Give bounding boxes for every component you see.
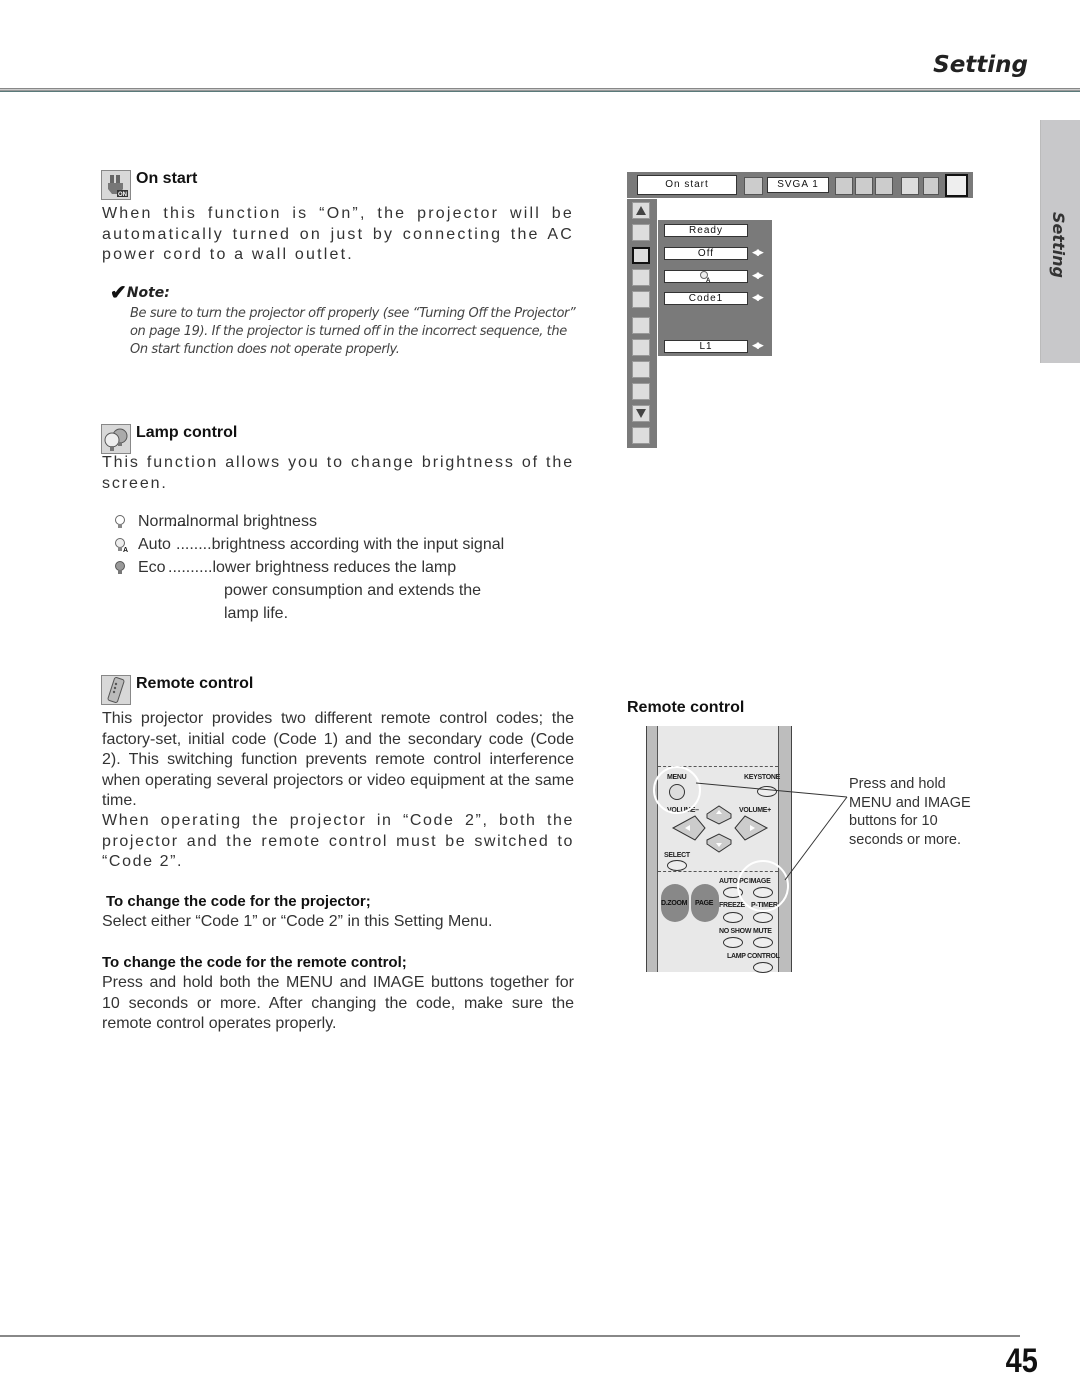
lamp-control-body: This function allows you to change brigh… [102, 454, 574, 492]
osd-screen-icon [901, 177, 919, 195]
left-right-arrows-icon[interactable]: ◀▶ [752, 292, 764, 303]
lamp-normal-icon [114, 510, 138, 533]
osd-signal: SVGA 1 [767, 177, 829, 193]
osd-current-item: On start [637, 175, 737, 195]
osd-remote-control-icon[interactable] [632, 291, 650, 308]
lamp-bulbs-icon [101, 424, 131, 454]
remote-callout-text: Press and hold MENU and IMAGE buttons fo… [849, 776, 971, 848]
osd-menu-bar: On start SVGA 1 [627, 172, 973, 198]
remote-figure-caption: Remote control [627, 699, 745, 716]
svg-text:A: A [123, 547, 128, 552]
osd-up-arrow-icon[interactable] [632, 202, 650, 219]
side-tab-setting: Setting [1040, 120, 1080, 363]
projector-code-heading: To change the code for the projector; [106, 893, 371, 910]
remote-control-body-2: When operating the projector in “Code 2”… [102, 812, 574, 870]
osd-field-ready: Ready [664, 224, 748, 237]
lamp-mode-auto: A Auto ........brightness according with… [100, 533, 580, 556]
lamp-control-heading: Lamp control [101, 424, 237, 454]
note-label: Note: [126, 284, 170, 301]
osd-lamp-counter-icon[interactable] [632, 361, 650, 378]
osd-field-fan[interactable]: L1 [664, 340, 748, 353]
callout-highlights [653, 766, 848, 912]
left-right-arrows-icon[interactable]: ◀▶ [752, 340, 764, 351]
osd-setting-icon[interactable] [945, 174, 968, 197]
remote-control-icon [101, 675, 131, 705]
osd-field-remote-code[interactable]: Code1 [664, 292, 748, 305]
on-start-plug-icon: ON [101, 170, 131, 200]
osd-field-on-start[interactable]: Off [664, 247, 748, 260]
lamp-control-button[interactable] [753, 962, 773, 973]
lamp-eco-icon [114, 556, 138, 579]
svg-text:A: A [706, 278, 711, 282]
osd-pc-adjust-icon [835, 177, 853, 195]
lamp-control-title: Lamp control [136, 424, 238, 441]
svg-text:ON: ON [118, 192, 127, 198]
osd-settings-panel: Ready Off ◀▶ A ◀▶ Code1 ◀▶ L1 ◀▶ [658, 220, 772, 356]
osd-language-icon[interactable] [632, 224, 650, 241]
projector-code-text: Select either “Code 1” or “Code 2” in th… [102, 913, 493, 930]
lamp-mode-desc: ........brightness according with the in… [176, 536, 505, 553]
lamp-mode-list: Normal ....normal brightness A Auto ....… [100, 510, 580, 625]
mute-label: MUTE [753, 928, 772, 935]
lamp-mode-normal: Normal ....normal brightness [100, 510, 580, 533]
checkmark-icon: ✔ [110, 282, 127, 304]
page-number: 45 [1005, 1342, 1038, 1380]
footer-divider [0, 1335, 1020, 1337]
osd-color-icon [855, 177, 873, 195]
note-text: Be sure to turn the projector off proper… [130, 306, 576, 357]
osd-field-lamp[interactable]: A [664, 270, 748, 284]
no-show-button[interactable] [723, 937, 743, 948]
left-right-arrows-icon[interactable]: ◀▶ [752, 270, 764, 281]
osd-filter-icon[interactable] [632, 383, 650, 400]
lamp-control-label: LAMP CONTROL [727, 953, 780, 960]
lamp-auto-icon: A [114, 533, 138, 556]
lamp-mode-eco-cont: power consumption and extends the [224, 582, 482, 599]
remote-control-title: Remote control [136, 675, 254, 692]
lamp-mode-desc: ....normal brightness [172, 513, 317, 530]
osd-side-icons [627, 199, 657, 448]
remote-code-heading: To change the code for the remote contro… [102, 954, 407, 971]
osd-on-start-icon[interactable] [632, 247, 650, 264]
on-start-title: On start [136, 170, 198, 187]
section-header-title: Setting [933, 52, 1028, 78]
osd-image-adjust-icon [875, 177, 893, 195]
header-divider [0, 88, 1080, 92]
left-right-arrows-icon[interactable]: ◀▶ [752, 247, 764, 258]
osd-sound-icon [923, 177, 939, 195]
osd-exit-icon[interactable] [632, 427, 650, 444]
lamp-mode-eco-cont: lamp life. [224, 605, 289, 622]
osd-lamp-control-icon[interactable] [632, 269, 650, 286]
remote-control-heading: Remote control [101, 675, 253, 705]
on-start-body: When this function is “On”, the projecto… [102, 205, 574, 263]
no-show-label: NO SHOW [719, 928, 752, 935]
mute-button[interactable] [753, 937, 773, 948]
side-tab-label: Setting [1049, 212, 1068, 278]
osd-security-icon[interactable] [632, 317, 650, 334]
osd-down-arrow-icon[interactable] [632, 405, 650, 422]
lamp-mode-desc: ..........lower brightness reduces the l… [168, 559, 457, 576]
osd-fan-icon[interactable] [632, 339, 650, 356]
lamp-mode-eco: Eco ..........lower brightness reduces t… [100, 556, 580, 579]
on-start-heading: ON On start [101, 170, 197, 200]
osd-signal-icon [744, 177, 763, 195]
note-heading: ✔ Note: [110, 280, 170, 305]
remote-control-body-1: This projector provides two different re… [102, 710, 574, 809]
remote-code-text: Press and hold both the MENU and IMAGE b… [102, 974, 574, 1032]
